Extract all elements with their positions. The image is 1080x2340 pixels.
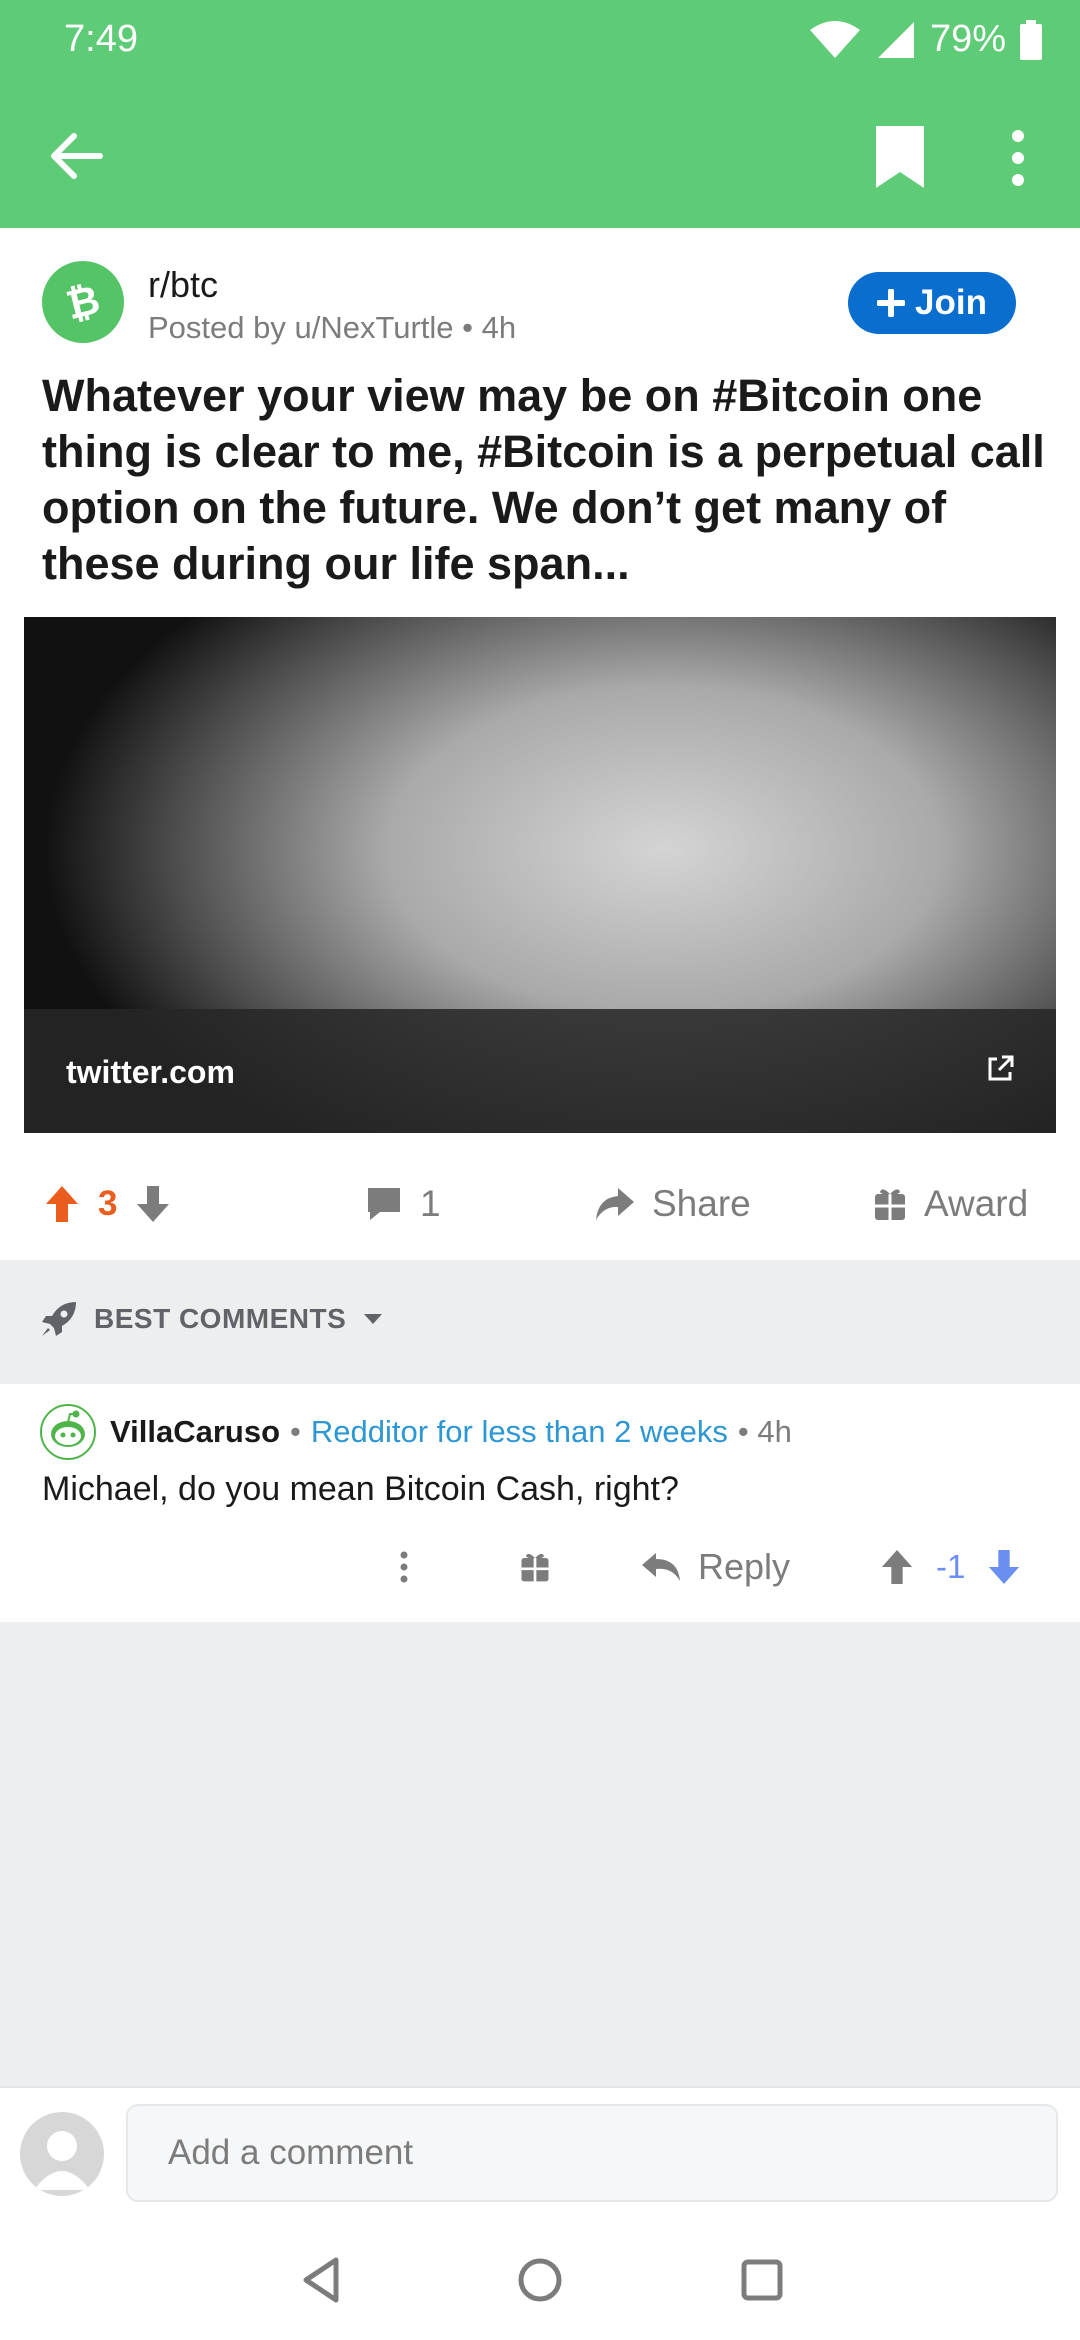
bookmark-icon[interactable] [868,122,932,194]
nav-back-icon[interactable] [292,2250,352,2310]
comment-author[interactable]: VillaCaruso [110,1414,280,1450]
comment-body: Michael, do you mean Bitcoin Cash, right… [42,1470,679,1508]
reply-button[interactable]: Reply [640,1532,790,1602]
post-title[interactable]: Whatever your view may be on #Bitcoin on… [42,368,1052,592]
empty-area [0,1622,1080,2086]
comment-score: -1 [936,1548,966,1585]
join-button[interactable]: Join [848,272,1016,334]
nav-recents-icon[interactable] [732,2250,792,2310]
join-label: Join [915,283,987,322]
comment-actions: Reply -1 [0,1532,1080,1602]
subreddit-icon[interactable]: ₿ [42,261,124,343]
user-avatar [20,2112,104,2196]
downvote-icon[interactable] [135,1184,171,1224]
app-bar [0,100,1080,210]
share-icon [596,1188,634,1220]
caret-down-icon [364,1314,383,1324]
award-label: Award [924,1183,1029,1224]
share-label: Share [652,1183,751,1224]
comment-vote-controls: -1 [880,1532,1021,1602]
top-bar: 7:49 79% [0,0,1080,228]
comments-button[interactable]: 1 [364,1176,441,1232]
comment-time: • 4h [737,1414,792,1449]
sort-label: BEST COMMENTS [94,1303,347,1334]
upvote-icon[interactable] [880,1548,914,1586]
comment-more-button[interactable] [398,1532,410,1602]
link-preview[interactable]: twitter.com [24,617,1056,1133]
share-button[interactable]: Share [594,1176,751,1232]
battery-icon [1020,19,1042,60]
comment-meta: VillaCaruso • Redditor for less than 2 w… [110,1414,792,1450]
status-time: 7:49 [64,18,138,60]
snoo-avatar-icon[interactable] [40,1404,96,1460]
user-flair: Redditor for less than 2 weeks [310,1414,728,1449]
post-header: ₿ r/btc Posted by u/NexTurtle • 4h Join … [0,228,1080,608]
battery-percent: 79% [929,18,1006,60]
post-actions: 3 1 Share Award [0,1148,1080,1260]
rocket-icon [42,1302,76,1336]
reply-label: Reply [698,1546,791,1587]
comment-award-button[interactable] [518,1532,552,1602]
comment-item: VillaCaruso • Redditor for less than 2 w… [0,1384,1080,1622]
more-vertical-icon [400,1551,408,1583]
downvote-icon[interactable] [987,1548,1021,1586]
posted-by: Posted by u/NexTurtle • 4h [148,310,517,345]
bitcoin-cash-icon: ₿ [55,274,111,330]
comment-count: 1 [420,1183,441,1224]
gift-icon [875,1189,905,1220]
status-right: 79% [808,18,1042,61]
more-vertical-icon[interactable] [994,122,1042,194]
upvote-icon[interactable] [44,1184,80,1224]
system-navigation-bar [0,2220,1080,2340]
gift-icon [521,1553,549,1582]
meta-separator: • [290,1414,301,1449]
sort-selector[interactable]: BEST COMMENTS [40,1300,384,1338]
user-placeholder-icon [34,2131,90,2190]
external-link-icon [988,1055,1014,1081]
add-comment-input[interactable]: Add a comment [126,2104,1058,2202]
status-bar: 7:49 79% [0,0,1080,80]
nav-home-icon[interactable] [510,2250,570,2310]
comment-icon [368,1188,400,1220]
reply-icon [642,1553,680,1581]
subreddit-name[interactable]: r/btc [148,264,218,306]
comment-sort-bar: BEST COMMENTS [0,1260,1080,1384]
wifi-icon [809,20,860,58]
arrow-left-icon[interactable] [40,120,112,192]
cell-signal-icon [877,21,914,58]
plus-icon [877,289,906,317]
vote-controls: 3 [44,1176,171,1232]
link-domain: twitter.com [66,1054,235,1090]
comment-composer: Add a comment [0,2086,1080,2220]
award-button[interactable]: Award [872,1176,1028,1232]
vote-count: 3 [98,1184,118,1223]
